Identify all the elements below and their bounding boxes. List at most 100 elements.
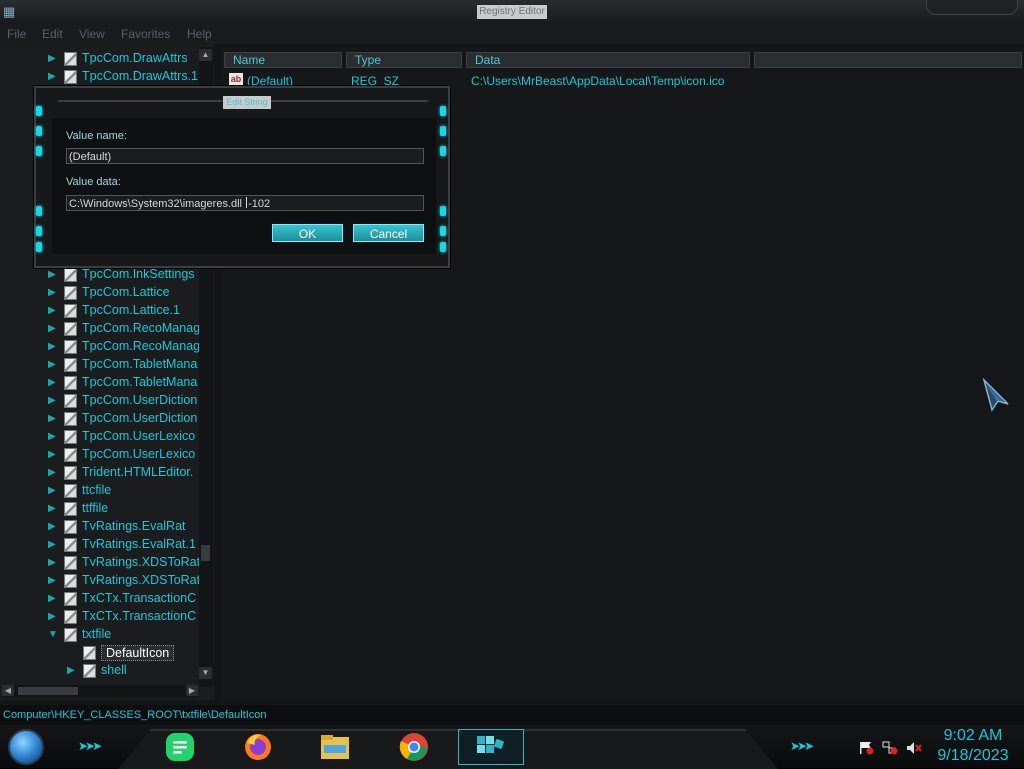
menu-edit[interactable]: Edit bbox=[42, 27, 63, 41]
column-header-data[interactable]: Data bbox=[466, 52, 750, 68]
registry-key-folder-icon bbox=[64, 70, 77, 84]
registry-key-folder-icon bbox=[83, 664, 96, 678]
expand-arrow-icon[interactable]: ▶ bbox=[48, 395, 56, 406]
clock-date: 9/18/2023 bbox=[937, 747, 1009, 764]
file-explorer-icon[interactable] bbox=[318, 731, 352, 763]
expand-arrow-icon[interactable]: ▶ bbox=[48, 485, 56, 496]
tree-item-label: ttffile bbox=[82, 501, 109, 515]
start-button[interactable] bbox=[8, 729, 44, 765]
action-center-flag-icon[interactable] bbox=[858, 741, 874, 755]
scroll-thumb[interactable] bbox=[201, 545, 210, 561]
taskbar-chevron-right-icon: ➤➤➤ bbox=[790, 739, 814, 753]
title-bar[interactable]: ▦ Registry Editor bbox=[0, 0, 1024, 25]
network-disconnected-icon[interactable] bbox=[882, 741, 898, 755]
firefox-icon[interactable] bbox=[241, 731, 275, 763]
expand-arrow-icon[interactable]: ▶ bbox=[48, 557, 56, 568]
volume-muted-icon[interactable] bbox=[906, 741, 922, 755]
tree-item-label: TpcCom.RecoManag bbox=[82, 339, 200, 353]
tree-item-label: TvRatings.EvalRat.1 bbox=[82, 537, 196, 551]
taskbar: ➤➤➤ ➤➤➤ 9:02 AM 9/18/2023 bbox=[0, 725, 1024, 769]
expand-arrow-icon[interactable]: ▶ bbox=[48, 341, 56, 352]
tree-item-label: TpcCom.Lattice bbox=[82, 285, 170, 299]
tree-item-label: TpcCom.DrawAttrs.1 bbox=[82, 69, 198, 83]
registry-key-folder-icon bbox=[64, 628, 77, 642]
status-bar-path: Computer\HKEY_CLASSES_ROOT\txtfile\Defau… bbox=[0, 705, 1024, 725]
registry-key-folder-icon bbox=[64, 376, 77, 390]
value-name-field[interactable]: (Default) bbox=[66, 148, 424, 164]
tree-item-label: TpcCom.DrawAttrs bbox=[82, 51, 188, 65]
tree-horizontal-scrollbar[interactable]: ◀ ▶ bbox=[2, 685, 198, 697]
value-data-text-before-caret: C:\Windows\System32\imageres.dll bbox=[69, 198, 246, 210]
expand-arrow-icon[interactable]: ▶ bbox=[48, 71, 56, 82]
tree-item-label: ttcfile bbox=[82, 483, 112, 497]
registry-editor-taskbar-button[interactable] bbox=[458, 729, 524, 765]
registry-key-folder-icon bbox=[64, 304, 77, 318]
registry-key-folder-icon bbox=[64, 412, 77, 426]
system-clock[interactable]: 9:02 AM 9/18/2023 bbox=[930, 726, 1016, 766]
registry-app-icon[interactable]: ▦ bbox=[3, 4, 18, 19]
column-header-type[interactable]: Type bbox=[346, 52, 462, 68]
expand-arrow-icon[interactable]: ▶ bbox=[48, 269, 56, 280]
expand-arrow-icon[interactable]: ▶ bbox=[48, 431, 56, 442]
registry-key-folder-icon bbox=[64, 466, 77, 480]
tree-item-label: TpcCom.Lattice.1 bbox=[82, 303, 180, 317]
expand-arrow-icon[interactable]: ▶ bbox=[48, 467, 56, 478]
taskbar-chevron-left-icon: ➤➤➤ bbox=[78, 739, 102, 753]
menu-bar: File Edit View Favorites Help bbox=[0, 24, 1024, 44]
expand-arrow-icon[interactable]: ▶ bbox=[48, 287, 56, 298]
expand-arrow-icon[interactable]: ▶ bbox=[48, 521, 56, 532]
registry-key-folder-icon bbox=[64, 484, 77, 498]
expand-arrow-icon[interactable]: ▶ bbox=[48, 377, 56, 388]
window-controls[interactable] bbox=[926, 0, 1018, 15]
value-data-cell[interactable]: C:\Users\MrBeast\AppData\Local\Temp\icon… bbox=[471, 74, 724, 88]
window-title: Registry Editor bbox=[477, 5, 547, 19]
scroll-up-arrow-icon[interactable]: ▲ bbox=[199, 49, 212, 61]
expand-arrow-icon[interactable]: ▶ bbox=[48, 449, 56, 460]
scroll-thumb-horizontal[interactable] bbox=[18, 687, 78, 695]
tree-item-label: TpcCom.InkSettings bbox=[82, 267, 195, 281]
notes-app-icon[interactable] bbox=[163, 731, 197, 763]
expand-arrow-icon[interactable]: ▶ bbox=[48, 323, 56, 334]
left-led-studs bbox=[36, 102, 44, 252]
registry-key-folder-icon bbox=[83, 646, 96, 660]
menu-help[interactable]: Help bbox=[187, 27, 212, 41]
expand-arrow-icon[interactable]: ▶ bbox=[48, 611, 56, 622]
collapse-arrow-icon[interactable]: ▼ bbox=[48, 629, 58, 640]
tree-item-label: TpcCom.UserLexico bbox=[82, 429, 196, 443]
registry-key-folder-icon bbox=[64, 340, 77, 354]
cancel-button[interactable]: Cancel bbox=[353, 224, 424, 242]
expand-arrow-icon[interactable]: ▶ bbox=[48, 359, 56, 370]
registry-key-folder-icon bbox=[64, 430, 77, 444]
expand-arrow-icon[interactable]: ▶ bbox=[48, 593, 56, 604]
expand-arrow-icon[interactable]: ▶ bbox=[48, 503, 56, 514]
expand-arrow-icon[interactable]: ▶ bbox=[48, 539, 56, 550]
menu-file[interactable]: File bbox=[7, 27, 26, 41]
value-data-field[interactable]: C:\Windows\System32\imageres.dll -102 bbox=[66, 195, 424, 211]
scroll-left-arrow-icon[interactable]: ◀ bbox=[2, 685, 14, 696]
scroll-right-arrow-icon[interactable]: ▶ bbox=[186, 685, 198, 696]
menu-view[interactable]: View bbox=[79, 27, 105, 41]
registry-key-folder-icon bbox=[64, 394, 77, 408]
expand-arrow-icon[interactable]: ▶ bbox=[48, 53, 56, 64]
tree-item-label: txtfile bbox=[82, 627, 112, 641]
chrome-icon[interactable] bbox=[397, 731, 431, 763]
text-caret bbox=[246, 197, 248, 208]
clock-time: 9:02 AM bbox=[943, 727, 1003, 744]
expand-arrow-icon[interactable]: ▶ bbox=[67, 665, 75, 676]
tree-item-label: TpcCom.UserDiction bbox=[82, 393, 198, 407]
tree-item-label: TpcCom.RecoManag bbox=[82, 321, 200, 335]
menu-favorites[interactable]: Favorites bbox=[121, 27, 170, 41]
column-header-name[interactable]: Name bbox=[224, 52, 342, 68]
ok-button[interactable]: OK bbox=[272, 224, 343, 242]
column-header-empty bbox=[754, 52, 1022, 68]
registry-key-folder-icon bbox=[64, 358, 77, 372]
dialog-title[interactable]: Edit String bbox=[223, 96, 271, 109]
expand-arrow-icon[interactable]: ▶ bbox=[48, 305, 56, 316]
expand-arrow-icon[interactable]: ▶ bbox=[48, 413, 56, 424]
scroll-down-arrow-icon[interactable]: ▼ bbox=[199, 667, 212, 679]
tree-item-label: TpcCom.TabletMana bbox=[82, 357, 198, 371]
tree-item-label: DefaultIcon bbox=[101, 645, 175, 661]
edit-string-dialog: Edit String Value name: (Default) Value … bbox=[34, 86, 450, 268]
expand-arrow-icon[interactable]: ▶ bbox=[48, 575, 56, 586]
registry-key-folder-icon bbox=[64, 322, 77, 336]
